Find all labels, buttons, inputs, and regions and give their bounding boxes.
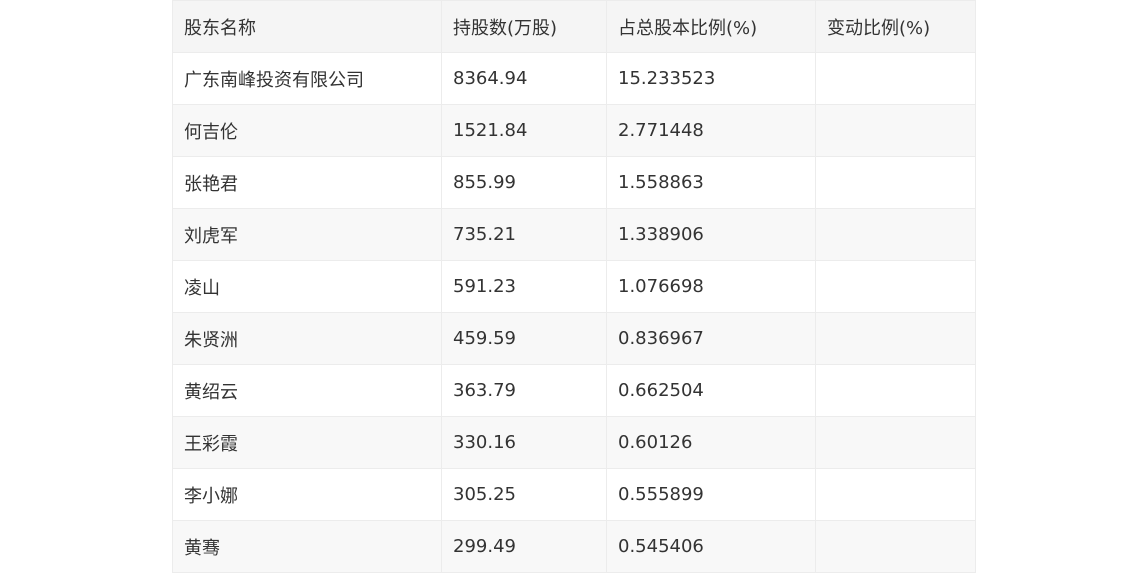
cell-shares-held: 459.59 [441,312,607,365]
table-row: 朱贤洲 459.59 0.836967 [172,312,976,365]
header-change-ratio: 变动比例(%) [815,0,976,53]
cell-shareholder-name: 黄绍云 [172,364,442,417]
cell-shares-held: 363.79 [441,364,607,417]
cell-shareholder-name: 李小娜 [172,468,442,521]
shareholder-table: 股东名称 持股数(万股) 占总股本比例(%) 变动比例(%) 广东南峰投资有限公… [172,0,976,573]
cell-change-ratio [815,468,976,521]
cell-shareholder-name: 凌山 [172,260,442,313]
header-row: 股东名称 持股数(万股) 占总股本比例(%) 变动比例(%) [172,0,976,53]
table-header: 股东名称 持股数(万股) 占总股本比例(%) 变动比例(%) [172,0,976,53]
cell-shares-held: 855.99 [441,156,607,209]
cell-shares-held: 330.16 [441,416,607,469]
cell-shareholder-name: 黄骞 [172,520,442,573]
cell-share-ratio: 0.555899 [606,468,816,521]
table-row: 张艳君 855.99 1.558863 [172,156,976,209]
cell-share-ratio: 1.338906 [606,208,816,261]
cell-change-ratio [815,156,976,209]
cell-share-ratio: 0.60126 [606,416,816,469]
cell-shareholder-name: 张艳君 [172,156,442,209]
cell-share-ratio: 1.558863 [606,156,816,209]
cell-change-ratio [815,260,976,313]
header-shares-held: 持股数(万股) [441,0,607,53]
cell-shareholder-name: 何吉伦 [172,104,442,157]
shareholder-table-container: 股东名称 持股数(万股) 占总股本比例(%) 变动比例(%) 广东南峰投资有限公… [172,0,976,573]
cell-shareholder-name: 王彩霞 [172,416,442,469]
table-row: 王彩霞 330.16 0.60126 [172,416,976,469]
header-shareholder-name: 股东名称 [172,0,442,53]
cell-share-ratio: 15.233523 [606,52,816,105]
cell-change-ratio [815,104,976,157]
cell-shareholder-name: 朱贤洲 [172,312,442,365]
cell-change-ratio [815,52,976,105]
cell-shares-held: 735.21 [441,208,607,261]
cell-shares-held: 305.25 [441,468,607,521]
cell-change-ratio [815,208,976,261]
table-row: 凌山 591.23 1.076698 [172,260,976,313]
cell-share-ratio: 0.545406 [606,520,816,573]
header-share-ratio: 占总股本比例(%) [606,0,816,53]
cell-shares-held: 591.23 [441,260,607,313]
cell-shareholder-name: 广东南峰投资有限公司 [172,52,442,105]
table-body: 广东南峰投资有限公司 8364.94 15.233523 何吉伦 1521.84… [172,52,976,573]
cell-change-ratio [815,520,976,573]
cell-shares-held: 299.49 [441,520,607,573]
table-row: 黄绍云 363.79 0.662504 [172,364,976,417]
table-row: 广东南峰投资有限公司 8364.94 15.233523 [172,52,976,105]
table-row: 刘虎军 735.21 1.338906 [172,208,976,261]
table-row: 黄骞 299.49 0.545406 [172,520,976,573]
cell-share-ratio: 2.771448 [606,104,816,157]
cell-share-ratio: 0.836967 [606,312,816,365]
cell-shares-held: 1521.84 [441,104,607,157]
cell-shares-held: 8364.94 [441,52,607,105]
table-row: 李小娜 305.25 0.555899 [172,468,976,521]
cell-change-ratio [815,364,976,417]
cell-change-ratio [815,416,976,469]
cell-share-ratio: 0.662504 [606,364,816,417]
cell-share-ratio: 1.076698 [606,260,816,313]
table-row: 何吉伦 1521.84 2.771448 [172,104,976,157]
cell-shareholder-name: 刘虎军 [172,208,442,261]
cell-change-ratio [815,312,976,365]
